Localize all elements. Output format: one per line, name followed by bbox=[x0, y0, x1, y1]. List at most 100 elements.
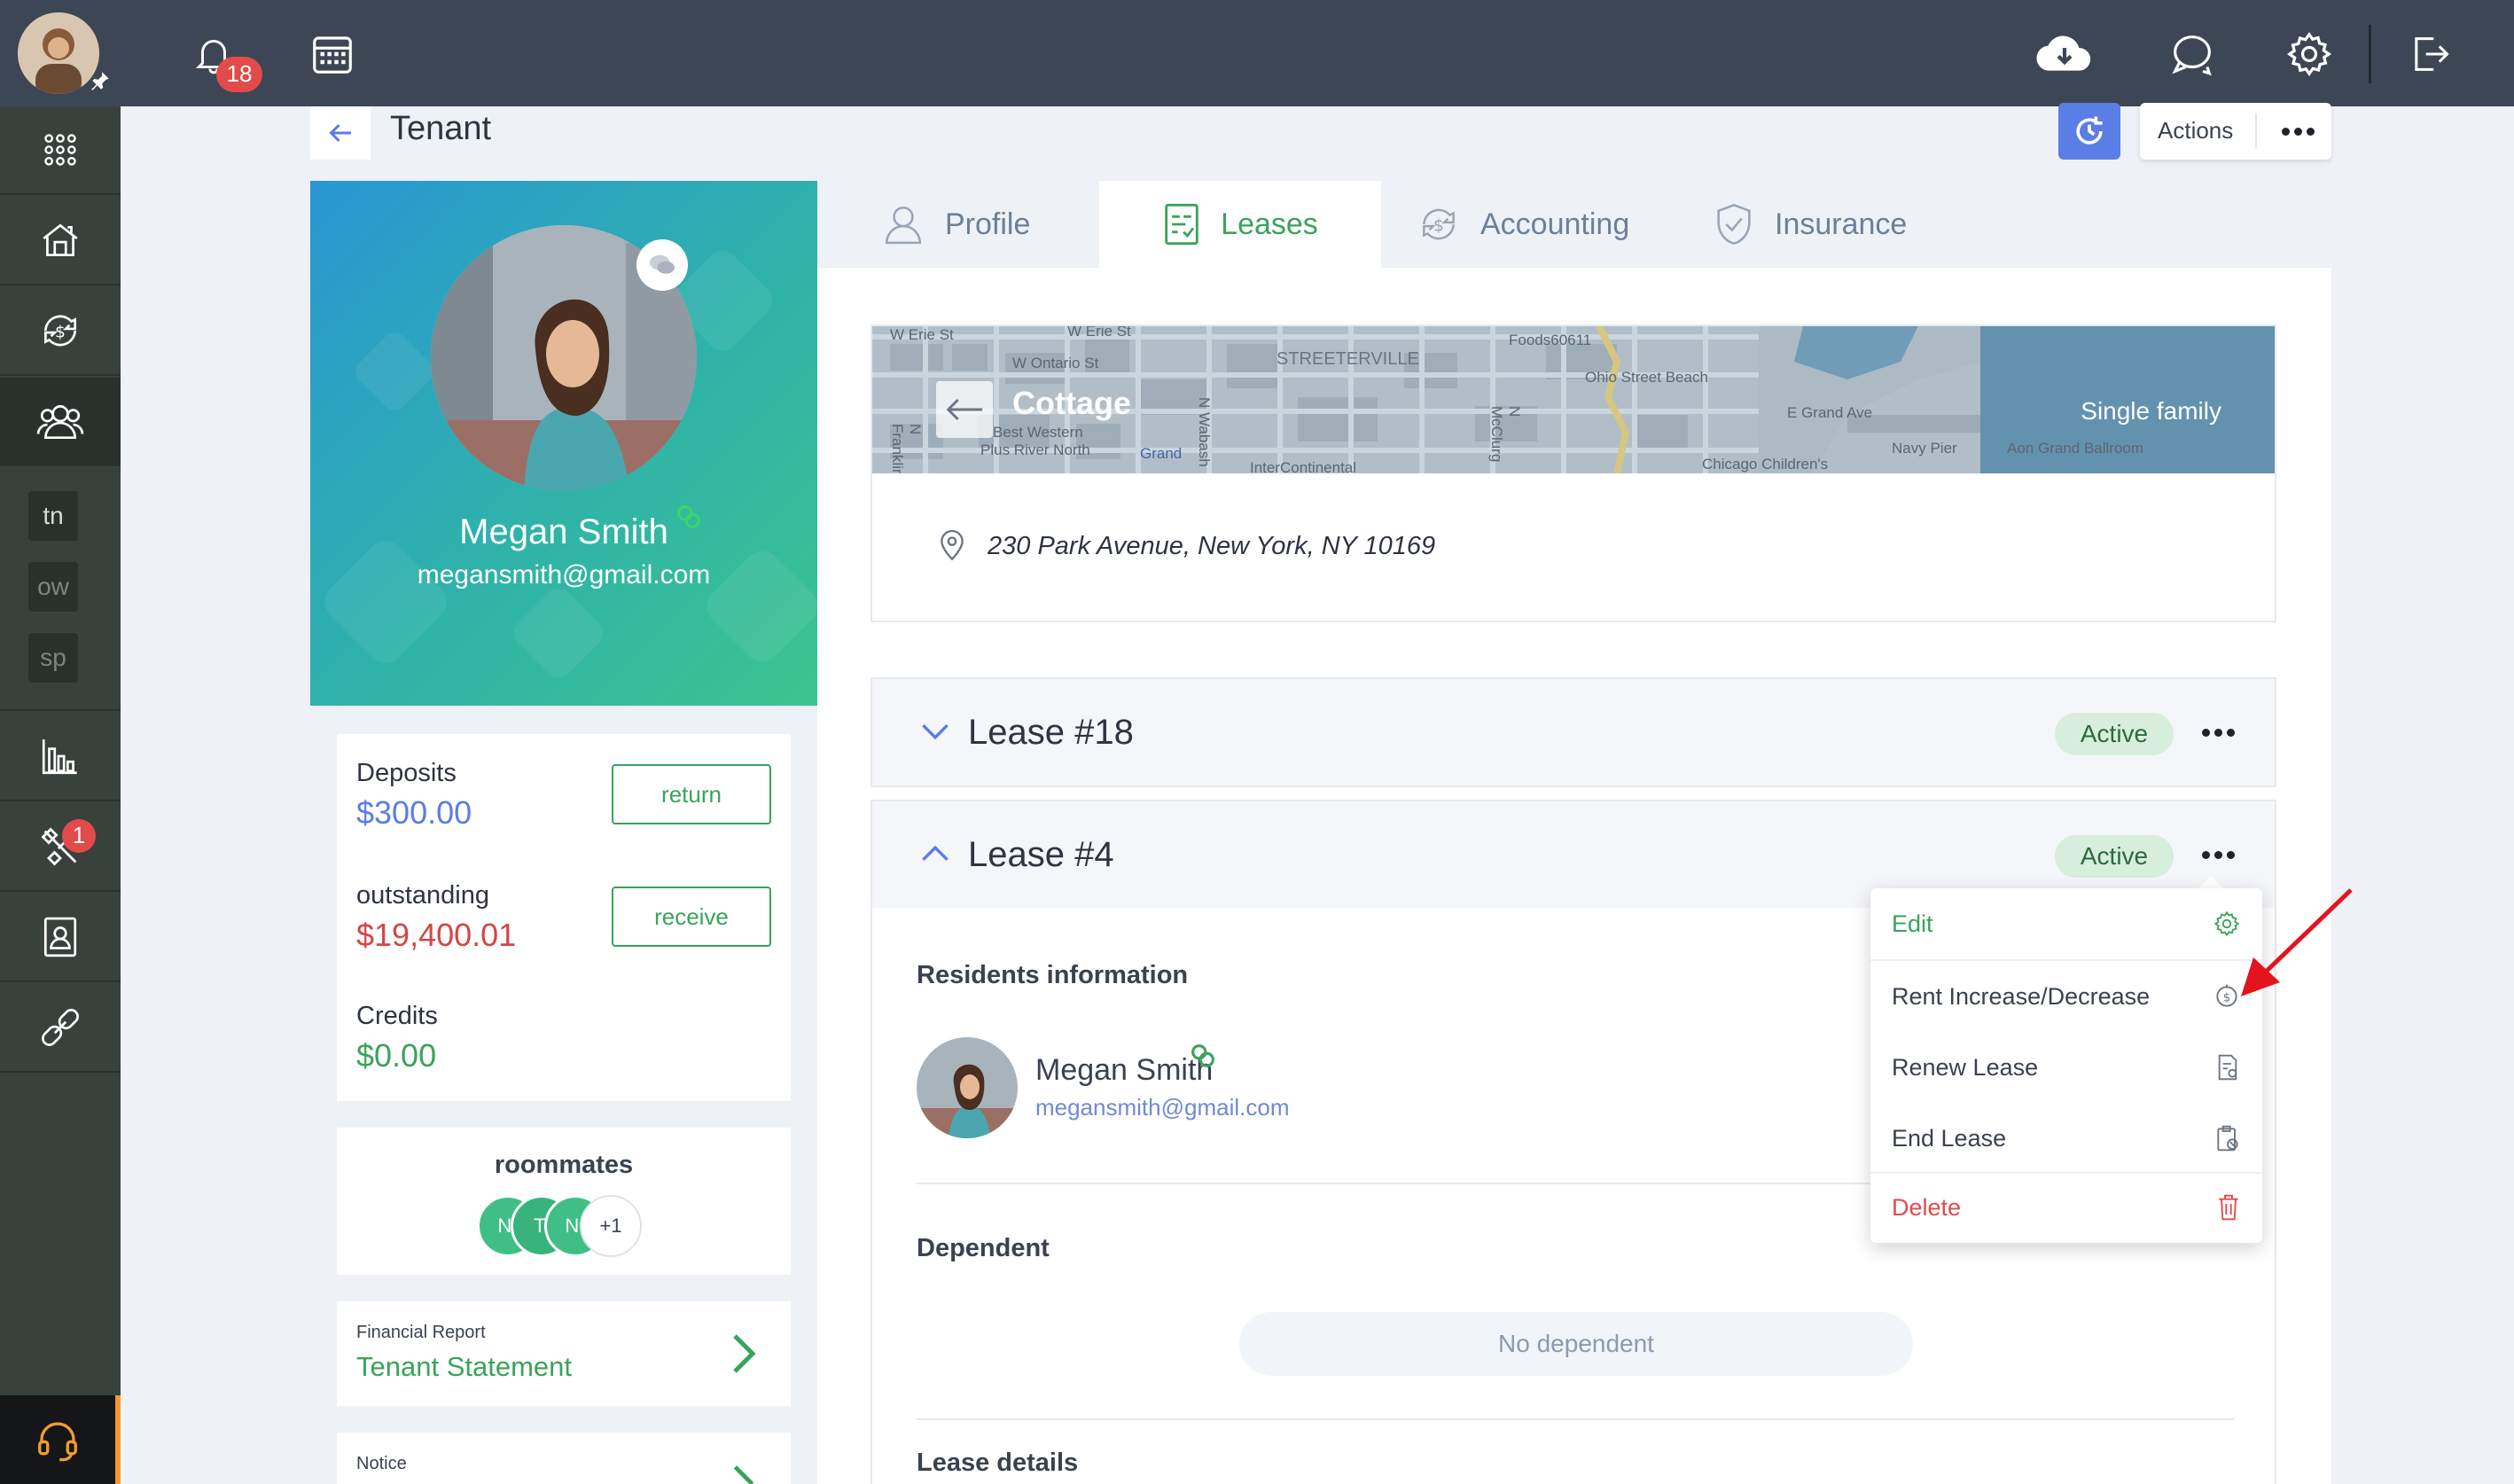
arrow-left-icon bbox=[329, 123, 351, 143]
person-icon bbox=[885, 207, 922, 245]
sidebar-item-people[interactable] bbox=[0, 378, 121, 466]
actions-label: Actions bbox=[2158, 117, 2234, 144]
notifications-button[interactable]: 18 bbox=[183, 23, 262, 92]
sidebar-item-apps[interactable] bbox=[0, 106, 121, 195]
chevron-down-icon bbox=[922, 723, 949, 740]
linked-account-icon bbox=[1191, 1044, 1214, 1067]
messages-button[interactable] bbox=[2161, 23, 2223, 85]
map-label: W Ontario St bbox=[1012, 355, 1099, 371]
lease-18-header[interactable]: Lease #18 Active bbox=[871, 677, 2276, 787]
page-title: Tenant bbox=[390, 110, 492, 147]
property-type: Single family bbox=[2081, 397, 2221, 425]
sidebar-item-documents[interactable] bbox=[0, 894, 121, 982]
map-label: Best Western bbox=[993, 424, 1083, 441]
logout-button[interactable] bbox=[2399, 23, 2461, 85]
roommates-more-button[interactable]: +1 bbox=[580, 1195, 642, 1257]
outstanding-label: outstanding bbox=[356, 881, 489, 910]
menu-item-delete[interactable]: Delete bbox=[1870, 1172, 2262, 1243]
financial-report-card[interactable]: Financial Report Tenant Statement bbox=[337, 1301, 791, 1406]
tenant-profile-card: Megan Smith megansmith@gmail.com bbox=[310, 181, 817, 706]
pin-icon[interactable] bbox=[89, 69, 112, 92]
map-label: Aon Grand Ballroom bbox=[2007, 440, 2144, 457]
return-deposit-button[interactable]: return bbox=[612, 764, 771, 824]
back-button[interactable] bbox=[310, 106, 371, 160]
sidebar-item-reports[interactable] bbox=[0, 713, 121, 801]
more-dots-icon[interactable] bbox=[2282, 128, 2315, 136]
sidebar-people-group: tn ow sp bbox=[0, 468, 121, 711]
map-label: N Franklin bbox=[889, 424, 924, 473]
tab-bar: Profile Leases $ Accounting Insurance bbox=[817, 181, 2331, 268]
no-dependent-placeholder: No dependent bbox=[1239, 1312, 1913, 1376]
user-avatar[interactable] bbox=[18, 12, 99, 94]
calendar-button[interactable] bbox=[301, 23, 363, 85]
dollar-cycle-icon: $ bbox=[1423, 208, 1455, 240]
notice-card[interactable]: Notice bbox=[337, 1433, 791, 1484]
resident-avatar[interactable] bbox=[917, 1037, 1018, 1138]
dollar-cycle-icon: $ bbox=[43, 315, 77, 347]
refresh-icon bbox=[2076, 116, 2103, 144]
settings-button[interactable] bbox=[2278, 23, 2340, 85]
annotation-arrow bbox=[2241, 888, 2353, 996]
document-refresh-icon bbox=[2218, 1054, 2237, 1081]
svg-text:$: $ bbox=[55, 323, 66, 341]
tab-accounting[interactable]: $ Accounting bbox=[1417, 181, 1629, 268]
sidebar-item-accounting[interactable]: $ bbox=[0, 287, 121, 376]
tab-leases-label: Leases bbox=[1221, 207, 1318, 241]
chat-tenant-button[interactable] bbox=[636, 239, 688, 291]
lease-4-more-button[interactable] bbox=[2202, 851, 2235, 859]
sidebar-item-properties[interactable] bbox=[0, 197, 121, 285]
maintenance-count-badge: 1 bbox=[62, 819, 96, 853]
tenant-name: Megan Smith bbox=[459, 512, 668, 551]
receive-payment-button[interactable]: receive bbox=[612, 886, 771, 947]
lease-4-title: Lease #4 bbox=[968, 835, 1114, 874]
property-back-button[interactable] bbox=[936, 381, 993, 438]
lease-4-status-badge: Active bbox=[2055, 835, 2174, 878]
menu-item-delete-label: Delete bbox=[1892, 1193, 1962, 1221]
map-label: N Wabash bbox=[1196, 397, 1213, 467]
lease-18-title: Lease #18 bbox=[968, 713, 1134, 752]
tab-insurance[interactable]: Insurance bbox=[1713, 181, 1907, 268]
dependent-section-title: Dependent bbox=[917, 1234, 1050, 1262]
bar-chart-icon bbox=[42, 739, 77, 775]
sidebar-chip-service-pros[interactable]: sp bbox=[28, 633, 78, 683]
contact-document-icon bbox=[43, 917, 77, 957]
menu-item-rent-label: Rent Increase/Decrease bbox=[1892, 982, 2151, 1010]
menu-item-rent-increase-decrease[interactable]: Rent Increase/Decrease $ bbox=[1870, 961, 2262, 1032]
sidebar-chip-tenants[interactable]: tn bbox=[28, 491, 78, 541]
map-label: N McClurg bbox=[1488, 406, 1523, 463]
actions-divider bbox=[2255, 113, 2257, 149]
support-button[interactable] bbox=[0, 1395, 121, 1484]
gear-icon bbox=[2287, 32, 2331, 76]
menu-item-edit[interactable]: Edit bbox=[1870, 888, 2262, 959]
tab-profile[interactable]: Profile bbox=[881, 181, 1030, 268]
property-name[interactable]: Cottage bbox=[1012, 385, 1131, 422]
svg-text:$: $ bbox=[1433, 216, 1444, 235]
chat-bubbles-icon bbox=[650, 254, 675, 274]
resident-email[interactable]: megansmith@gmail.com bbox=[1035, 1094, 1289, 1121]
sidebar-chip-owners[interactable]: ow bbox=[28, 562, 78, 612]
grid-dots-icon bbox=[44, 134, 76, 166]
tab-leases[interactable]: Leases bbox=[1099, 181, 1381, 268]
map-label: Plus River North bbox=[980, 441, 1090, 458]
house-icon bbox=[43, 223, 78, 257]
sidebar-item-integrations[interactable] bbox=[0, 984, 121, 1073]
menu-item-end-label: End Lease bbox=[1892, 1124, 2007, 1152]
sidebar: $ tn ow sp 1 bbox=[0, 106, 121, 1484]
sidebar-item-maintenance[interactable]: 1 bbox=[0, 803, 121, 892]
map-label: InterContinental bbox=[1250, 459, 1357, 473]
menu-item-renew-lease[interactable]: Renew Lease bbox=[1870, 1032, 2262, 1103]
linked-account-icon bbox=[674, 502, 704, 532]
refresh-button[interactable] bbox=[2058, 103, 2120, 160]
download-button[interactable] bbox=[2034, 23, 2096, 85]
menu-item-renew-label: Renew Lease bbox=[1892, 1053, 2039, 1081]
chat-icon bbox=[2172, 35, 2212, 76]
chevron-up-icon bbox=[922, 845, 949, 862]
deposits-value: $300.00 bbox=[356, 794, 472, 831]
tenant-statement-link[interactable]: Tenant Statement bbox=[356, 1351, 572, 1383]
people-icon bbox=[36, 405, 84, 440]
menu-item-end-lease[interactable]: End Lease bbox=[1870, 1103, 2262, 1174]
resident-name[interactable]: Megan Smith bbox=[1035, 1053, 1213, 1088]
lease-18-more-button[interactable] bbox=[2202, 729, 2235, 737]
actions-dropdown[interactable]: Actions bbox=[2140, 103, 2331, 160]
property-map[interactable]: W Erie St W Erie St W Ontario St STREETE… bbox=[872, 326, 2275, 473]
